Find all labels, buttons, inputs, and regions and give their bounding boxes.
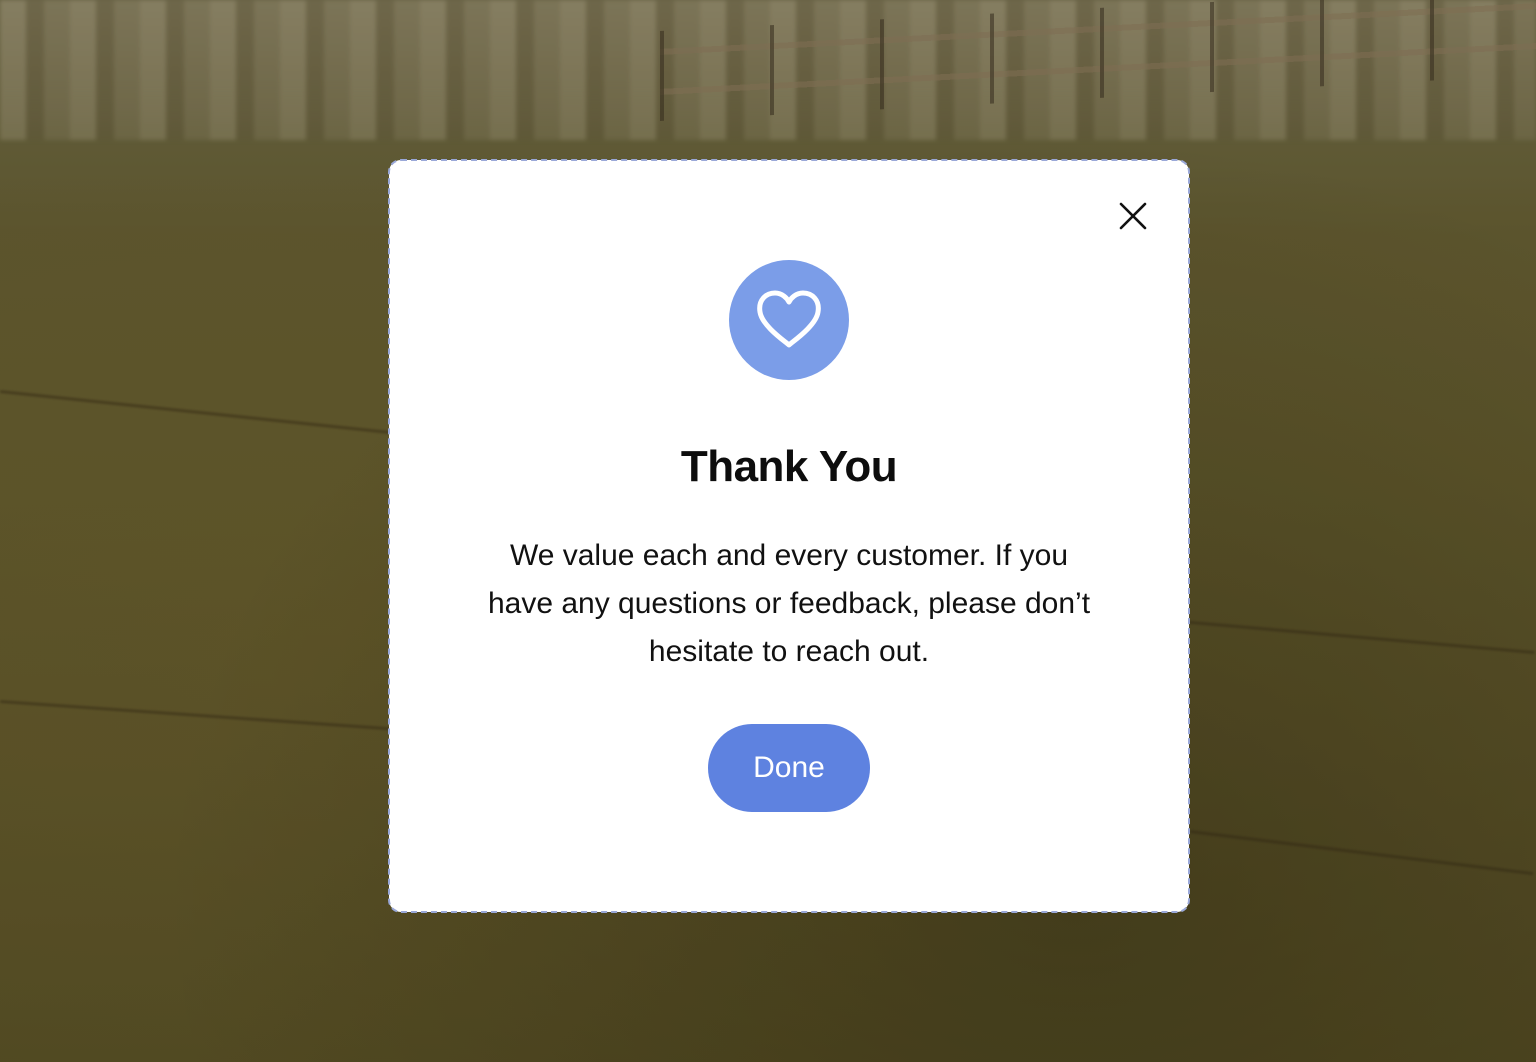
close-icon [1119,202,1147,230]
heart-icon-badge [729,260,849,380]
thank-you-dialog: Thank You We value each and every custom… [388,159,1190,913]
heart-icon [757,290,821,348]
dialog-title: Thank You [680,442,898,491]
done-button[interactable]: Done [708,724,870,812]
close-button[interactable] [1115,198,1151,234]
dialog-message: We value each and every customer. If you… [487,539,1091,668]
